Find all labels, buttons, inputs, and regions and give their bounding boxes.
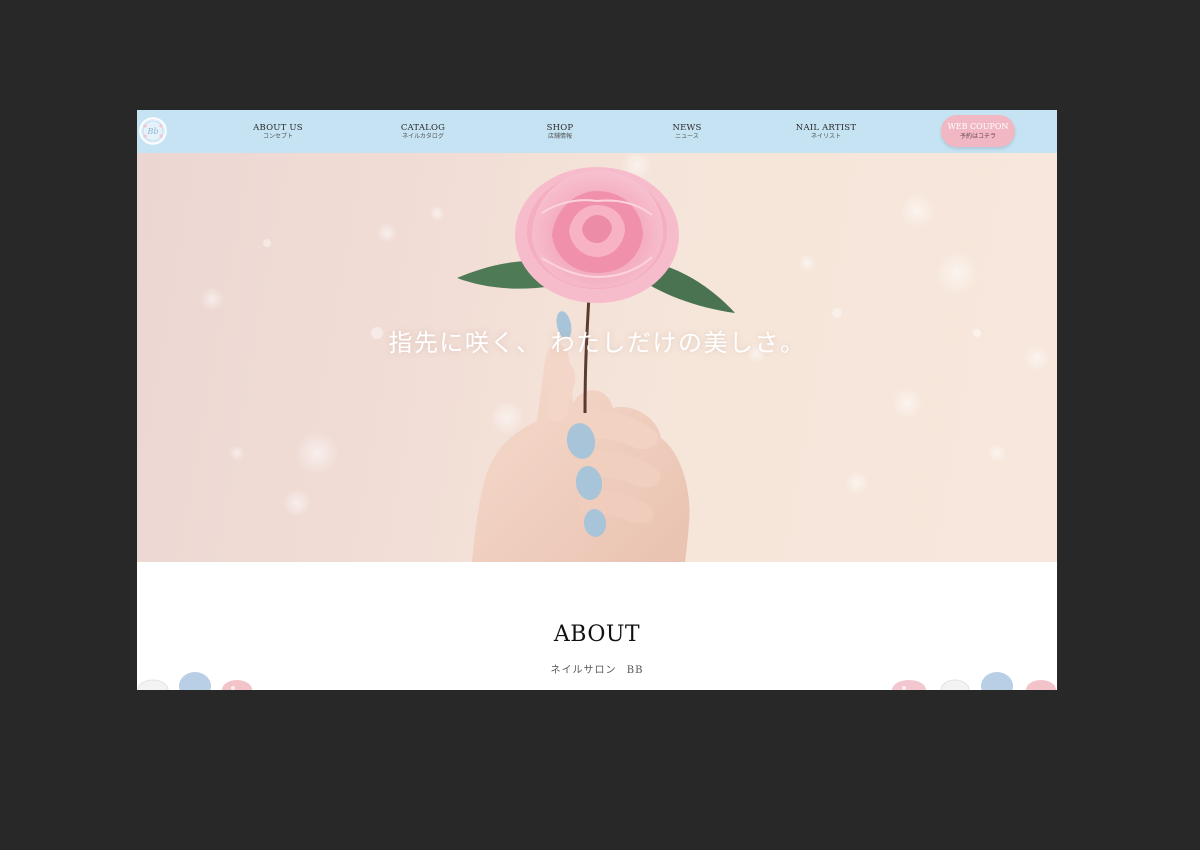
nav-label-ja: ネイリスト: [810, 133, 842, 140]
svg-text:Bb: Bb: [147, 127, 159, 136]
nail-tips-decoration-left: [137, 672, 252, 690]
navbar: Bb ABOUT US コンセプト CATALOG ネイルカタログ SHOP 店…: [137, 110, 1057, 153]
about-section: ABOUT ネイルサロン BB: [137, 562, 1057, 690]
hero-caption: 指先に咲く、 わたしだけの美しさ。: [388, 329, 806, 357]
nav-label-ja: 店舗情報: [547, 133, 573, 140]
nav-label-en: SHOP: [546, 123, 574, 133]
salon-logo-icon[interactable]: Bb: [139, 117, 167, 145]
web-coupon-button[interactable]: WEB COUPON 予約はコチラ: [941, 115, 1015, 147]
nav-label-en: NAIL ARTIST: [795, 123, 857, 133]
coupon-label-ja: 予約はコチラ: [959, 133, 996, 140]
nav-label-en: NEWS: [672, 123, 702, 133]
nav-label-ja: ネイルカタログ: [402, 133, 444, 140]
nail-tips-decoration-right: [892, 672, 1056, 690]
nav-item-shop[interactable]: SHOP 店舗情報: [547, 123, 574, 141]
nav-label-ja: ニュース: [675, 133, 699, 140]
nav-label-en: CATALOG: [400, 123, 446, 133]
nav-label-en: ABOUT US: [253, 123, 303, 133]
web-page: Bb ABOUT US コンセプト CATALOG ネイルカタログ SHOP 店…: [137, 110, 1057, 690]
hero-banner: 指先に咲く、 わたしだけの美しさ。: [137, 153, 1057, 562]
nav-item-nail-artist[interactable]: NAIL ARTIST ネイリスト: [796, 123, 856, 141]
nav-item-catalog[interactable]: CATALOG ネイルカタログ: [401, 123, 445, 141]
nav-item-about-us[interactable]: ABOUT US コンセプト: [253, 123, 303, 141]
nav-label-ja: コンセプト: [262, 133, 294, 140]
coupon-label-en: WEB COUPON: [947, 122, 1009, 131]
about-title: ABOUT: [553, 622, 641, 647]
camellia-flower-icon: [515, 167, 679, 303]
nav-item-news[interactable]: NEWS ニュース: [672, 123, 701, 141]
